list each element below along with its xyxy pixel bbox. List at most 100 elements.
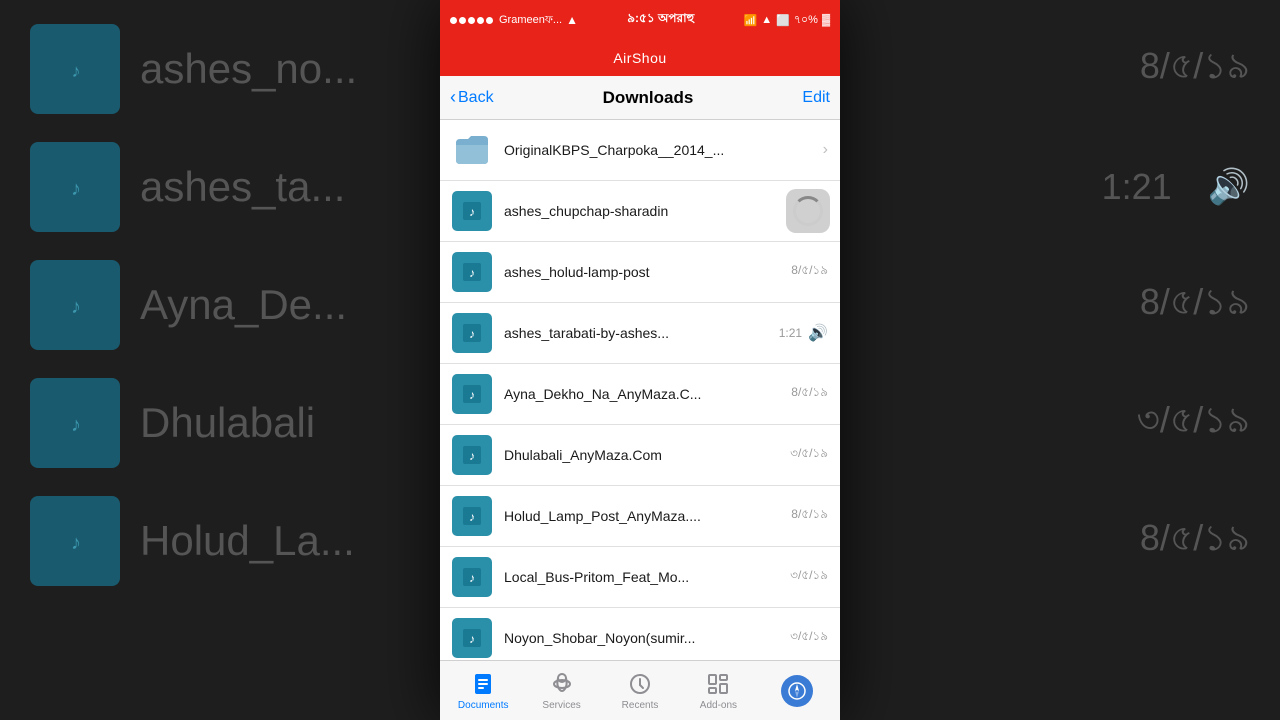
folder-icon — [452, 130, 492, 170]
back-chevron-icon: ‹ — [450, 87, 456, 108]
chevron-right-icon: › — [823, 141, 828, 159]
bg-icon-4: ♪ — [30, 378, 120, 468]
carrier-label: Grameenফ... — [499, 11, 562, 30]
music-file-icon: ♪ — [452, 252, 492, 292]
file-date: ৩/৫/১৯ — [790, 628, 828, 648]
svg-text:♪: ♪ — [469, 205, 475, 219]
file-date: 8/৫/১৯ — [791, 506, 828, 526]
file-list: OriginalKBPS_Charpoka__2014_... › ♪ ashe… — [440, 120, 840, 660]
svg-text:♪: ♪ — [469, 266, 475, 280]
dot-1 — [450, 17, 457, 24]
file-duration: 1:21 — [779, 326, 802, 340]
dot-4 — [477, 17, 484, 24]
nav-bar: ‹ Back Downloads Edit — [440, 76, 840, 120]
airshou-bar: AirShou — [440, 40, 840, 76]
signal-dots — [450, 17, 493, 24]
bg-text-3: Ayna_De... — [140, 281, 347, 329]
file-name: OriginalKBPS_Charpoka__2014_... — [504, 142, 817, 158]
tab-compass[interactable] — [758, 675, 836, 707]
status-left: Grameenফ... ▲ — [450, 11, 578, 30]
loading-spinner — [786, 189, 830, 233]
file-name: Holud_Lamp_Post_AnyMaza.... — [504, 508, 783, 524]
file-name: ashes_chupchap-sharadin — [504, 203, 828, 219]
list-item[interactable]: ♪ Holud_Lamp_Post_AnyMaza.... 8/৫/১৯ — [440, 486, 840, 547]
svg-text:♪: ♪ — [71, 61, 80, 81]
bg-icon-5: ♪ — [30, 496, 120, 586]
bg-date-2: 1:21 — [1102, 166, 1172, 208]
file-date: ৩/৫/১৯ — [790, 445, 828, 465]
music-file-icon: ♪ — [452, 374, 492, 414]
svg-text:♪: ♪ — [469, 388, 475, 402]
svg-text:♪: ♪ — [469, 632, 475, 646]
list-item[interactable]: OriginalKBPS_Charpoka__2014_... › — [440, 120, 840, 181]
phone-overlay: Grameenফ... ▲ ৯:৫১ অপরাহু 📶 ▲ ⬜ ৭০% ▓ Ai… — [440, 0, 840, 720]
list-item[interactable]: ♪ Noyon_Shobar_Noyon(sumir... ৩/৫/১৯ — [440, 608, 840, 660]
bg-date-4: ৩/৫/১৯ — [1137, 393, 1251, 453]
airshou-title: AirShou — [613, 50, 666, 66]
bg-text-1: ashes_no... — [140, 45, 357, 93]
bg-date-5: 8/৫/১৯ — [1140, 511, 1250, 571]
spinner-circle — [793, 196, 823, 226]
file-name: ashes_holud-lamp-post — [504, 264, 783, 280]
compass-icon — [781, 675, 813, 707]
tab-services-label: Services — [542, 700, 580, 711]
list-item[interactable]: ♪ ashes_holud-lamp-post 8/৫/১৯ — [440, 242, 840, 303]
music-file-icon: ♪ — [452, 191, 492, 231]
dot-2 — [459, 17, 466, 24]
wifi-icon: ▲ — [566, 13, 578, 27]
list-item[interactable]: ♪ Ayna_Dekho_Na_AnyMaza.C... 8/৫/১৯ — [440, 364, 840, 425]
file-name: Dhulabali_AnyMaza.Com — [504, 447, 782, 463]
status-time: ৯:৫১ অপরাহু — [578, 10, 744, 30]
dot-3 — [468, 17, 475, 24]
bg-date-1: 8/৫/১৯ — [1140, 39, 1250, 99]
bg-date-3: 8/৫/১৯ — [1140, 275, 1250, 335]
tab-documents[interactable]: Documents — [444, 670, 522, 711]
addons-icon — [704, 670, 732, 698]
list-item[interactable]: ♪ Dhulabali_AnyMaza.Com ৩/৫/১৯ — [440, 425, 840, 486]
tab-addons-label: Add-ons — [700, 700, 737, 711]
music-file-icon: ♪ — [452, 496, 492, 536]
sim-icon: 📶 — [744, 14, 758, 27]
edit-button[interactable]: Edit — [802, 89, 830, 107]
file-name: ashes_tarabati-by-ashes... — [504, 325, 771, 341]
status-right: 📶 ▲ ⬜ ৭০% ▓ — [744, 11, 830, 30]
tab-services[interactable]: Services — [522, 670, 600, 711]
svg-text:♪: ♪ — [71, 532, 81, 554]
back-button[interactable]: ‹ Back — [450, 87, 494, 108]
bg-icon-3: ♪ — [30, 260, 120, 350]
tab-documents-label: Documents — [458, 700, 509, 711]
bg-icon-1: ♪ — [30, 24, 120, 114]
tab-bar: Documents Services Recents — [440, 660, 840, 720]
music-file-icon: ♪ — [452, 618, 492, 658]
list-item[interactable]: ♪ ashes_chupchap-sharadin — [440, 181, 840, 242]
speaker-icon: 🔊 — [808, 323, 828, 343]
file-name: Ayna_Dekho_Na_AnyMaza.C... — [504, 386, 783, 402]
back-label: Back — [458, 89, 494, 107]
music-file-icon: ♪ — [452, 435, 492, 475]
svg-text:♪: ♪ — [469, 571, 475, 585]
music-file-icon: ♪ — [452, 313, 492, 353]
svg-text:♪: ♪ — [71, 178, 81, 200]
svg-text:♪: ♪ — [469, 327, 475, 341]
svg-text:♪: ♪ — [469, 510, 475, 524]
tab-recents[interactable]: Recents — [601, 670, 679, 711]
battery-icon: ▓ — [822, 14, 830, 26]
bg-text-5: Holud_La... — [140, 517, 355, 565]
svg-text:♪: ♪ — [71, 296, 81, 318]
recents-icon — [626, 670, 654, 698]
battery-label: ৭০% — [794, 11, 818, 30]
location-icon: ▲ — [761, 14, 772, 26]
file-date: ৩/৫/১৯ — [790, 567, 828, 587]
bg-text-2: ashes_ta... — [140, 163, 345, 211]
tab-addons[interactable]: Add-ons — [679, 670, 757, 711]
tab-recents-label: Recents — [622, 700, 659, 711]
list-item[interactable]: ♪ Local_Bus-Pritom_Feat_Mo... ৩/৫/১৯ — [440, 547, 840, 608]
svg-text:♪: ♪ — [71, 414, 81, 436]
list-item[interactable]: ♪ ashes_tarabati-by-ashes... 1:21 🔊 — [440, 303, 840, 364]
screen-icon: ⬜ — [776, 14, 790, 27]
documents-icon — [469, 670, 497, 698]
file-date: 8/৫/১৯ — [791, 384, 828, 404]
nav-title: Downloads — [603, 88, 694, 108]
music-file-icon: ♪ — [452, 557, 492, 597]
file-name: Noyon_Shobar_Noyon(sumir... — [504, 630, 782, 646]
